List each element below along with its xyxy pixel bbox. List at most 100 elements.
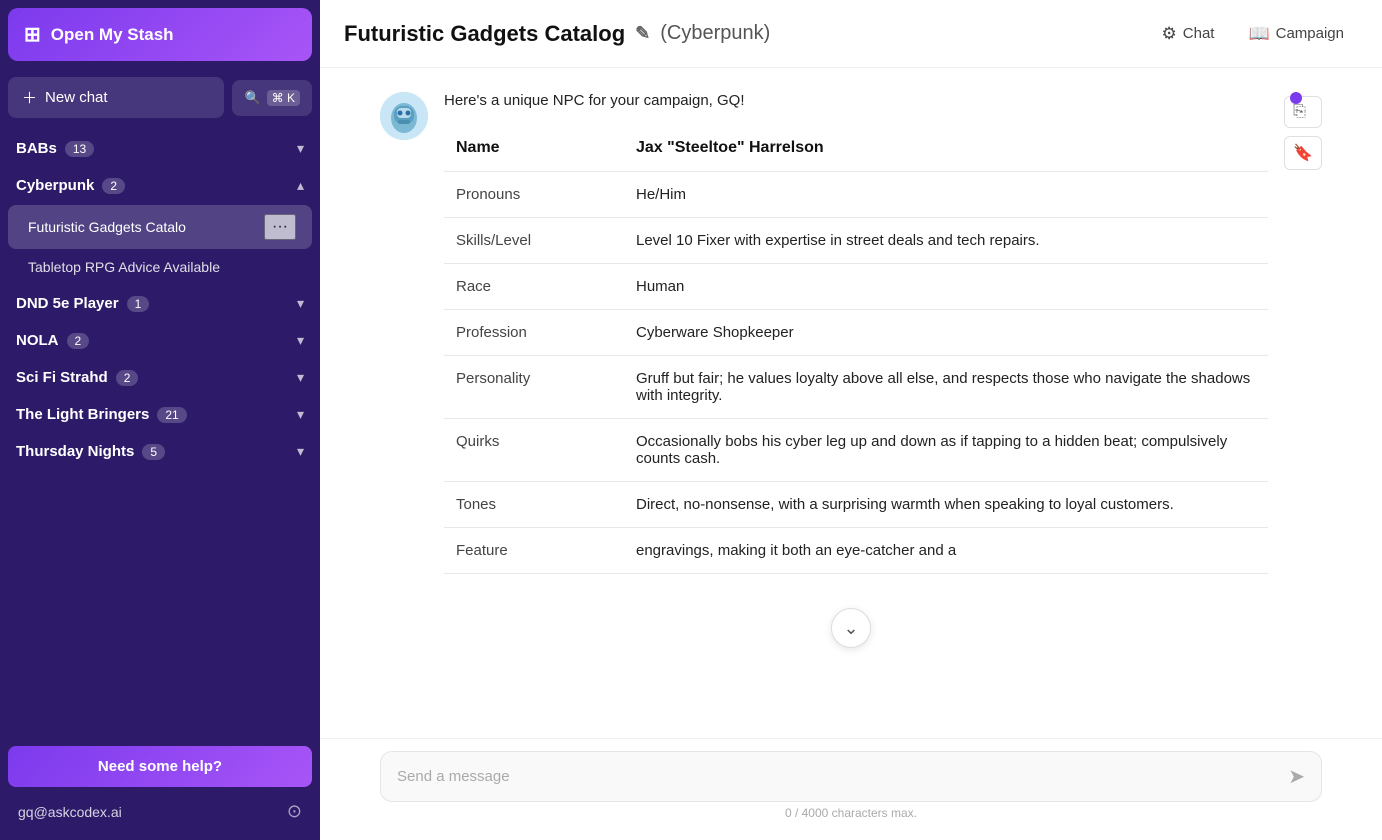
chat-input[interactable] bbox=[397, 768, 1276, 785]
table-row: TonesDirect, no-nonsense, with a surpris… bbox=[444, 482, 1268, 528]
item-menu-button[interactable]: ··· bbox=[264, 214, 296, 240]
babs-label: BABs bbox=[16, 140, 57, 157]
sidebar-footer: Need some help? gq@askcodex.ai ⊙ bbox=[0, 736, 320, 840]
npc-field-label: Quirks bbox=[444, 419, 624, 482]
cyberpunk-badge: 2 bbox=[102, 178, 125, 194]
title-tag: (Cyberpunk) bbox=[660, 22, 770, 45]
thursday-label: Thursday Nights bbox=[16, 443, 134, 460]
npc-field-value: He/Him bbox=[624, 172, 1268, 218]
npc-field-value: Gruff but fair; he values loyalty above … bbox=[624, 356, 1268, 419]
scroll-down-button[interactable]: ⌄ bbox=[831, 608, 871, 648]
sidebar-top-bar: ＋ New chat 🔍 ⌘ K bbox=[0, 69, 320, 126]
futuristic-gadgets-label: Futuristic Gadgets Catalo bbox=[28, 219, 264, 235]
sidebar-section-nola[interactable]: NOLA 2 ▾ bbox=[0, 322, 320, 359]
table-row: PersonalityGruff but fair; he values loy… bbox=[444, 356, 1268, 419]
plus-icon: ＋ bbox=[22, 87, 37, 108]
dnd5e-badge: 1 bbox=[127, 296, 150, 312]
message-block: Here's a unique NPC for your campaign, G… bbox=[380, 92, 1322, 574]
chat-area[interactable]: Here's a unique NPC for your campaign, G… bbox=[320, 68, 1382, 738]
chevron-down-icon: ▾ bbox=[297, 369, 304, 386]
search-button[interactable]: 🔍 ⌘ K bbox=[232, 80, 312, 116]
main-header: Futuristic Gadgets Catalog ✎ (Cyberpunk)… bbox=[320, 0, 1382, 68]
npc-field-value: Cyberware Shopkeeper bbox=[624, 310, 1268, 356]
sidebar-item-tabletop-rpg[interactable]: Tabletop RPG Advice Available bbox=[8, 250, 312, 284]
npc-field-label: Race bbox=[444, 264, 624, 310]
thursday-badge: 5 bbox=[142, 444, 165, 460]
search-icon: 🔍 bbox=[244, 90, 260, 106]
table-row: QuirksOccasionally bobs his cyber leg up… bbox=[444, 419, 1268, 482]
table-row: Featureengravings, making it both an eye… bbox=[444, 528, 1268, 574]
title-text: Futuristic Gadgets Catalog bbox=[344, 21, 625, 47]
sidebar-section-babs[interactable]: BABs 13 ▾ bbox=[0, 130, 320, 167]
npc-field-value: engravings, making it both an eye-catche… bbox=[624, 528, 1268, 574]
message-body: Here's a unique NPC for your campaign, G… bbox=[444, 92, 1268, 574]
npc-field-value: Human bbox=[624, 264, 1268, 310]
sidebar-section-thursday[interactable]: Thursday Nights 5 ▾ bbox=[0, 433, 320, 470]
new-chat-label: New chat bbox=[45, 89, 108, 106]
online-indicator bbox=[1290, 92, 1302, 104]
page-title: Futuristic Gadgets Catalog ✎ (Cyberpunk) bbox=[344, 21, 770, 47]
chevron-up-icon: ▴ bbox=[297, 177, 304, 194]
chevron-down-icon: ▾ bbox=[297, 295, 304, 312]
new-chat-button[interactable]: ＋ New chat bbox=[8, 77, 224, 118]
avatar bbox=[380, 92, 428, 140]
npc-field-label: Profession bbox=[444, 310, 624, 356]
sidebar-nav: BABs 13 ▾ Cyberpunk 2 ▴ Futuristic Gadge… bbox=[0, 126, 320, 736]
book-icon: 📖 bbox=[1248, 24, 1269, 44]
nola-label: NOLA bbox=[16, 332, 59, 349]
sidebar-item-futuristic-gadgets[interactable]: Futuristic Gadgets Catalo ··· bbox=[8, 205, 312, 249]
chat-input-area: ➤ 0 / 4000 characters max. bbox=[320, 738, 1382, 840]
npc-field-label: Tones bbox=[444, 482, 624, 528]
input-row: ➤ bbox=[380, 751, 1322, 802]
sidebar-section-dnd5e[interactable]: DND 5e Player 1 ▾ bbox=[0, 285, 320, 322]
campaign-button[interactable]: 📖 Campaign bbox=[1234, 16, 1358, 52]
help-button[interactable]: Need some help? bbox=[8, 746, 312, 787]
send-button[interactable]: ➤ bbox=[1288, 764, 1305, 789]
bookmark-button[interactable]: 🔖 bbox=[1284, 136, 1322, 170]
sidebar: ⊞ Open My Stash ＋ New chat 🔍 ⌘ K BABs 13… bbox=[0, 0, 320, 840]
dnd5e-label: DND 5e Player bbox=[16, 295, 119, 312]
table-row: Skills/LevelLevel 10 Fixer with expertis… bbox=[444, 218, 1268, 264]
open-stash-button[interactable]: ⊞ Open My Stash bbox=[8, 8, 312, 61]
tabletop-rpg-label: Tabletop RPG Advice Available bbox=[28, 259, 296, 275]
npc-table: NameJax "Steeltoe" HarrelsonPronounsHe/H… bbox=[444, 125, 1268, 574]
lightbringers-label: The Light Bringers bbox=[16, 406, 149, 423]
gear-icon: ⚙ bbox=[1162, 24, 1177, 44]
campaign-label: Campaign bbox=[1276, 25, 1344, 42]
scifi-label: Sci Fi Strahd bbox=[16, 369, 108, 386]
user-row: gq@askcodex.ai ⊙ bbox=[8, 793, 312, 830]
table-row: ProfessionCyberware Shopkeeper bbox=[444, 310, 1268, 356]
user-menu-button[interactable]: ⊙ bbox=[287, 801, 302, 822]
cyberpunk-label: Cyberpunk bbox=[16, 177, 94, 194]
nola-badge: 2 bbox=[67, 333, 90, 349]
scifi-badge: 2 bbox=[116, 370, 139, 386]
help-label: Need some help? bbox=[98, 758, 222, 775]
search-shortcut: ⌘ K bbox=[267, 90, 300, 106]
table-row: NameJax "Steeltoe" Harrelson bbox=[444, 125, 1268, 172]
bookmark-icon: 🔖 bbox=[1293, 143, 1313, 163]
open-stash-label: Open My Stash bbox=[51, 25, 174, 45]
sidebar-section-scifi[interactable]: Sci Fi Strahd 2 ▾ bbox=[0, 359, 320, 396]
chevron-down-icon: ▾ bbox=[297, 443, 304, 460]
babs-badge: 13 bbox=[65, 141, 94, 157]
table-row: RaceHuman bbox=[444, 264, 1268, 310]
chevron-down-icon: ▾ bbox=[297, 406, 304, 423]
npc-field-label: Feature bbox=[444, 528, 624, 574]
lightbringers-badge: 21 bbox=[157, 407, 186, 423]
char-count: 0 / 4000 characters max. bbox=[380, 806, 1322, 820]
chevron-down-icon: ⌄ bbox=[843, 618, 858, 639]
npc-field-label: Skills/Level bbox=[444, 218, 624, 264]
npc-field-value: Occasionally bobs his cyber leg up and d… bbox=[624, 419, 1268, 482]
npc-field-value: Direct, no-nonsense, with a surprising w… bbox=[624, 482, 1268, 528]
user-email: gq@askcodex.ai bbox=[18, 804, 122, 820]
chat-button[interactable]: ⚙ Chat bbox=[1148, 16, 1229, 52]
npc-field-label: Name bbox=[444, 125, 624, 172]
message-actions: ⎘ 🔖 bbox=[1284, 92, 1322, 574]
message-intro: Here's a unique NPC for your campaign, G… bbox=[444, 92, 1268, 109]
edit-icon[interactable]: ✎ bbox=[635, 23, 650, 44]
chevron-down-icon: ▾ bbox=[297, 140, 304, 157]
sidebar-section-lightbringers[interactable]: The Light Bringers 21 ▾ bbox=[0, 396, 320, 433]
npc-field-value: Level 10 Fixer with expertise in street … bbox=[624, 218, 1268, 264]
sidebar-section-cyberpunk[interactable]: Cyberpunk 2 ▴ bbox=[0, 167, 320, 204]
header-actions: ⚙ Chat 📖 Campaign bbox=[1148, 16, 1358, 52]
